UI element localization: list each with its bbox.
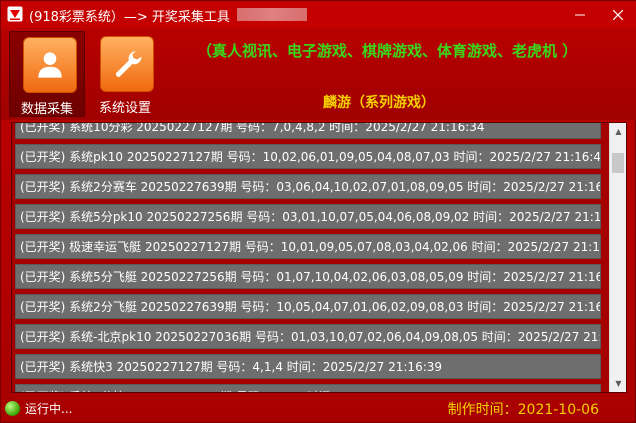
scroll-down-arrow-icon[interactable]: ▼	[610, 375, 626, 392]
redacted-title-segment	[237, 8, 307, 21]
draw-result-row[interactable]: (已开奖) 系统快3 20250227127期 号码：4,1,4 时间：2025…	[15, 354, 601, 379]
app-window: (918彩票系统）—> 开奖采集工具 数据采集 系统设置 （真人视讯、电子游戏、…	[0, 0, 636, 423]
draw-results-rows: (已开奖) 系统10分彩 20250227127期 号码：7,0,4,8,2 时…	[12, 123, 602, 392]
draw-result-row[interactable]: (已开奖) 极速幸运飞艇 20250227127期 号码：10,01,09,05…	[15, 234, 601, 259]
status-bar: 运行中... 制作时间：2021-10-06	[1, 397, 636, 423]
draw-result-row[interactable]: (已开奖) 系统5分pk10 20250227256期 号码：03,01,10,…	[15, 204, 601, 229]
title-bar[interactable]: (918彩票系统）—> 开奖采集工具	[1, 1, 636, 28]
scroll-up-arrow-icon[interactable]: ▲	[610, 123, 626, 140]
wrench-icon	[100, 36, 154, 92]
brand-label: 麟游（系列游戏）	[323, 95, 435, 111]
scroll-thumb[interactable]	[612, 153, 624, 173]
app-logo-icon	[7, 6, 23, 22]
draw-result-row[interactable]: (已开奖) 系统2分赛车 20250227639期 号码：03,06,04,10…	[15, 174, 601, 199]
system-settings-label: 系统设置	[98, 101, 151, 116]
window-controls	[561, 1, 636, 28]
draw-result-row[interactable]: (已开奖) 系统pk10 20250227127期 号码：10,02,06,01…	[15, 144, 601, 169]
draw-result-row[interactable]: (已开奖) 系统-北京pk10 20250227036期 号码：01,03,10…	[15, 324, 601, 349]
draw-result-row[interactable]: (已开奖) 系统5分飞艇 20250227256期 号码：01,07,10,04…	[15, 264, 601, 289]
build-date-label: 制作时间：2021-10-06	[447, 402, 599, 418]
draw-result-row[interactable]: (已开奖) 系统3分快3 20250227639期 号码：1,5,4 时间：20…	[15, 384, 601, 392]
draw-result-row[interactable]: (已开奖) 系统10分彩 20250227127期 号码：7,0,4,8,2 时…	[15, 123, 601, 139]
minimize-button[interactable]	[561, 1, 599, 28]
minimize-icon	[575, 14, 585, 15]
running-status-text: 运行中...	[25, 402, 73, 416]
data-collect-button[interactable]: 数据采集	[9, 31, 85, 117]
draw-results-list[interactable]: (已开奖) 系统10分彩 20250227127期 号码：7,0,4,8,2 时…	[11, 122, 627, 393]
window-title: (918彩票系统）—> 开奖采集工具	[29, 10, 230, 25]
draw-result-row[interactable]: (已开奖) 系统2分飞艇 20250227639期 号码：10,05,04,07…	[15, 294, 601, 319]
close-icon	[613, 9, 623, 20]
close-button[interactable]	[599, 1, 636, 28]
vertical-scrollbar[interactable]: ▲ ▼	[609, 123, 626, 392]
toolbar: 数据采集 系统设置 （真人视讯、电子游戏、棋牌游戏、体育游戏、老虎机 ） 麟游（…	[1, 28, 636, 120]
running-indicator-icon	[5, 401, 20, 416]
data-collect-label: 数据采集	[20, 102, 73, 117]
system-settings-button[interactable]: 系统设置	[87, 31, 163, 117]
game-categories-slogan: （真人视讯、电子游戏、棋牌游戏、体育游戏、老虎机 ）	[197, 42, 578, 60]
user-icon	[23, 37, 77, 93]
